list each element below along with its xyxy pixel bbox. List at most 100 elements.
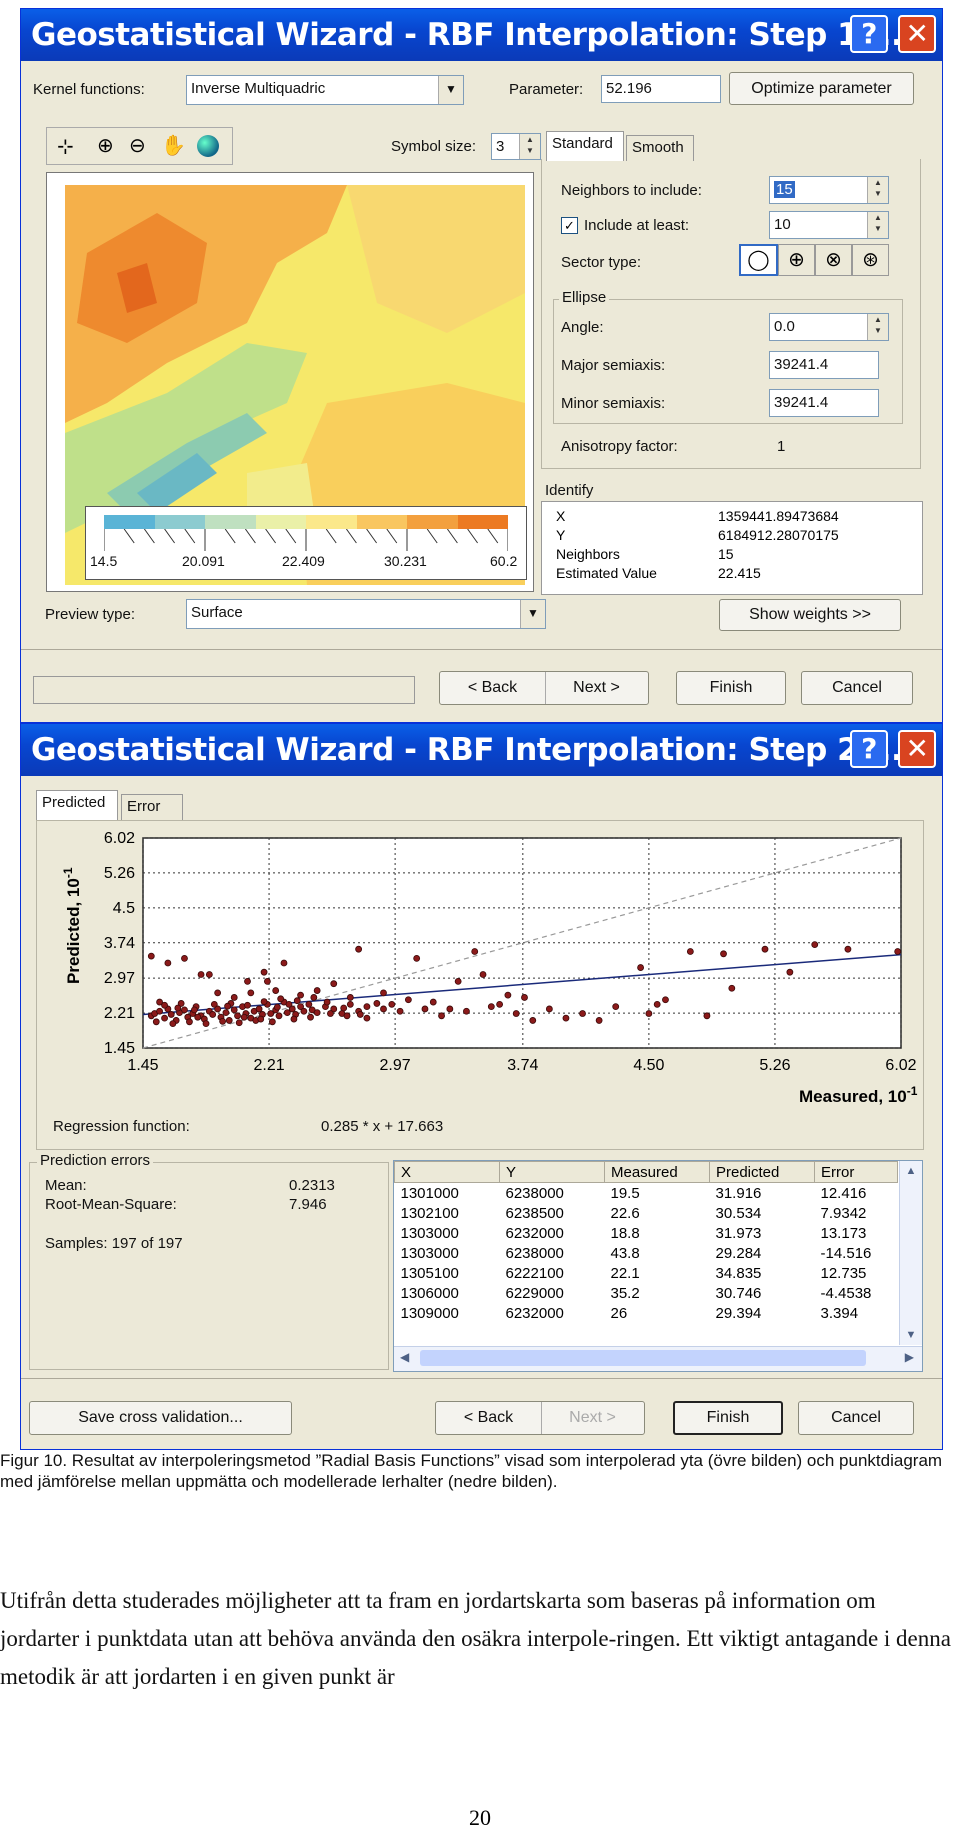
table-row[interactable]: 1303000 6238000 43.8 29.284 -14.516 bbox=[395, 1243, 898, 1263]
save-cross-validation-button[interactable]: Save cross validation... bbox=[29, 1401, 292, 1435]
scatter-point bbox=[210, 1000, 218, 1008]
angle-input[interactable]: 0.0 ▲ ▼ bbox=[769, 313, 889, 341]
legend-tick-mark bbox=[467, 529, 479, 544]
parameter-input[interactable]: 52.196 bbox=[601, 75, 721, 103]
scatter-point bbox=[230, 994, 238, 1001]
legend-color-swatch bbox=[457, 515, 508, 529]
table-cell: 12.735 bbox=[820, 1264, 867, 1282]
samples-label: Samples: 197 of 197 bbox=[45, 1235, 183, 1252]
scatter-point bbox=[645, 1010, 653, 1017]
major-semiaxis-input[interactable]: 39241.4 bbox=[769, 351, 879, 379]
scatter-point bbox=[356, 1011, 364, 1018]
sector-four-icon[interactable]: ⊕ bbox=[778, 244, 815, 276]
table-row[interactable]: 1306000 6229000 35.2 30.746 -4.4538 bbox=[395, 1283, 898, 1303]
scatter-plot[interactable]: 1.45 2.21 2.97 3.74 4.50 5.26 6.02 6.02 5.26 4.5… bbox=[41, 824, 921, 1114]
vertical-scrollbar[interactable]: ▲ ▼ bbox=[899, 1161, 922, 1345]
scatter-point bbox=[161, 1001, 168, 1009]
finish-button[interactable]: Finish bbox=[676, 671, 786, 705]
scatter-point bbox=[255, 1005, 263, 1013]
table-row[interactable]: 1303000 6232000 18.8 31.973 13.173 bbox=[395, 1223, 898, 1243]
spinner-icon[interactable]: ▲ ▼ bbox=[519, 134, 540, 159]
scroll-left-icon[interactable]: ◀ bbox=[400, 1350, 409, 1364]
zoom-in-icon[interactable]: ⊕ bbox=[97, 133, 114, 158]
regression-value: 0.285 * x + 17.663 bbox=[321, 1118, 444, 1135]
sector-ellipse-icon[interactable]: ◯ bbox=[739, 244, 778, 276]
next-button[interactable]: Next > bbox=[545, 672, 648, 704]
chevron-down-icon[interactable]: ▼ bbox=[520, 600, 545, 628]
optimize-parameter-button[interactable]: Optimize parameter bbox=[729, 72, 914, 105]
help-icon[interactable]: ? bbox=[850, 730, 888, 768]
minor-semiaxis-input[interactable]: 39241.4 bbox=[769, 389, 879, 417]
scatter-point bbox=[191, 1006, 198, 1014]
scatter-point bbox=[454, 977, 462, 985]
symbol-size-label: Symbol size: bbox=[391, 138, 477, 155]
tab-predicted[interactable]: Predicted bbox=[36, 790, 118, 820]
table-header-cell[interactable]: X bbox=[394, 1161, 500, 1183]
back-button[interactable]: < Back bbox=[440, 672, 546, 704]
scroll-thumb[interactable] bbox=[420, 1350, 866, 1366]
preview-type-select[interactable]: Surface ▼ bbox=[186, 599, 546, 629]
spinner-icon[interactable]: ▲ ▼ bbox=[867, 212, 888, 238]
spinner-icon[interactable]: ▲ ▼ bbox=[867, 314, 888, 340]
x-tick-label: 3.74 bbox=[507, 1057, 538, 1074]
table-cell: 19.5 bbox=[610, 1184, 640, 1202]
scroll-right-icon[interactable]: ▶ bbox=[905, 1350, 914, 1364]
identify-title: Identify bbox=[545, 482, 594, 499]
sector-type-label: Sector type: bbox=[561, 254, 642, 271]
tab-smooth[interactable]: Smooth bbox=[626, 135, 694, 161]
table-header-cell[interactable]: Predicted bbox=[709, 1161, 815, 1183]
table-row[interactable]: 1309000 6232000 26 29.394 3.394 bbox=[395, 1303, 898, 1323]
table-row[interactable]: 1301000 6238000 19.5 31.916 12.416 bbox=[395, 1183, 898, 1204]
cancel-button[interactable]: Cancel bbox=[798, 1401, 914, 1435]
zoom-out-icon[interactable]: ⊖ bbox=[129, 133, 146, 158]
table-header-cell[interactable]: Y bbox=[499, 1161, 605, 1183]
scatter-point bbox=[653, 1000, 661, 1008]
chevron-down-icon[interactable]: ▼ bbox=[438, 76, 463, 104]
table-cell: 7.9342 bbox=[820, 1204, 867, 1222]
scatter-point bbox=[186, 1018, 193, 1026]
close-icon[interactable]: ✕ bbox=[898, 730, 936, 768]
scatter-point bbox=[363, 1003, 371, 1011]
neighbors-input[interactable]: 15 ▲ ▼ bbox=[769, 176, 889, 204]
include-least-input[interactable]: 10 ▲ ▼ bbox=[769, 211, 889, 239]
scroll-up-icon[interactable]: ▲ bbox=[900, 1161, 922, 1181]
sector-eight-icon[interactable]: ⊛ bbox=[852, 244, 889, 276]
finish-button[interactable]: Finish bbox=[673, 1401, 783, 1435]
close-icon[interactable]: ✕ bbox=[898, 15, 936, 53]
crosshair-icon[interactable]: ⊹ bbox=[57, 134, 74, 159]
y-axis-label-text: Predicted, 10 bbox=[64, 878, 83, 984]
scroll-down-icon[interactable]: ▼ bbox=[900, 1325, 922, 1345]
scatter-point bbox=[260, 998, 268, 1005]
step2-titlebar[interactable]: Geostatistical Wizard - RBF Interpolatio… bbox=[21, 724, 942, 776]
next-button[interactable]: Next > bbox=[541, 1402, 644, 1434]
pan-hand-icon[interactable]: ✋ bbox=[161, 133, 186, 158]
legend-tick-mark bbox=[164, 529, 176, 544]
legend-tick-mark bbox=[265, 529, 277, 544]
show-weights-button[interactable]: Show weights >> bbox=[719, 599, 901, 631]
table-row[interactable]: 1302100 6238500 22.6 30.534 7.9342 bbox=[395, 1203, 898, 1223]
table-header-cell[interactable]: Error bbox=[814, 1161, 898, 1183]
globe-icon[interactable] bbox=[197, 135, 219, 157]
back-button[interactable]: < Back bbox=[436, 1402, 542, 1434]
spinner-icon[interactable]: ▲ ▼ bbox=[867, 177, 888, 203]
tab-standard[interactable]: Standard bbox=[546, 131, 624, 161]
symbol-size-input[interactable]: 3 ▲ ▼ bbox=[491, 133, 541, 160]
table-header-cell[interactable]: Measured bbox=[604, 1161, 710, 1183]
rms-value: 7.946 bbox=[289, 1196, 327, 1213]
table-cell: 6229000 bbox=[505, 1284, 564, 1302]
help-icon[interactable]: ? bbox=[850, 15, 888, 53]
surface-preview[interactable]: 14.5 20.091 22.409 30.231 60.2 bbox=[46, 172, 534, 592]
table-row[interactable]: 1305100 6222100 22.1 34.835 12.735 bbox=[395, 1263, 898, 1283]
legend-tick-mark bbox=[244, 529, 256, 544]
horizontal-scrollbar[interactable]: ◀ ▶ bbox=[394, 1346, 922, 1371]
tab-error[interactable]: Error bbox=[121, 794, 183, 820]
table-cell: 35.2 bbox=[610, 1284, 640, 1302]
include-least-checkbox[interactable]: ✓ bbox=[561, 217, 578, 234]
sector-four-shifted-icon[interactable]: ⊗ bbox=[815, 244, 852, 276]
identify-value: 1359441.89473684 bbox=[718, 507, 839, 524]
kernel-select[interactable]: Inverse Multiquadric ▼ bbox=[186, 75, 464, 105]
cancel-button[interactable]: Cancel bbox=[801, 671, 913, 705]
scatter-point bbox=[703, 1012, 711, 1020]
sector-type-picker: ◯ ⊕ ⊗ ⊛ bbox=[739, 244, 889, 276]
step1-titlebar[interactable]: Geostatistical Wizard - RBF Interpolatio… bbox=[21, 9, 942, 61]
